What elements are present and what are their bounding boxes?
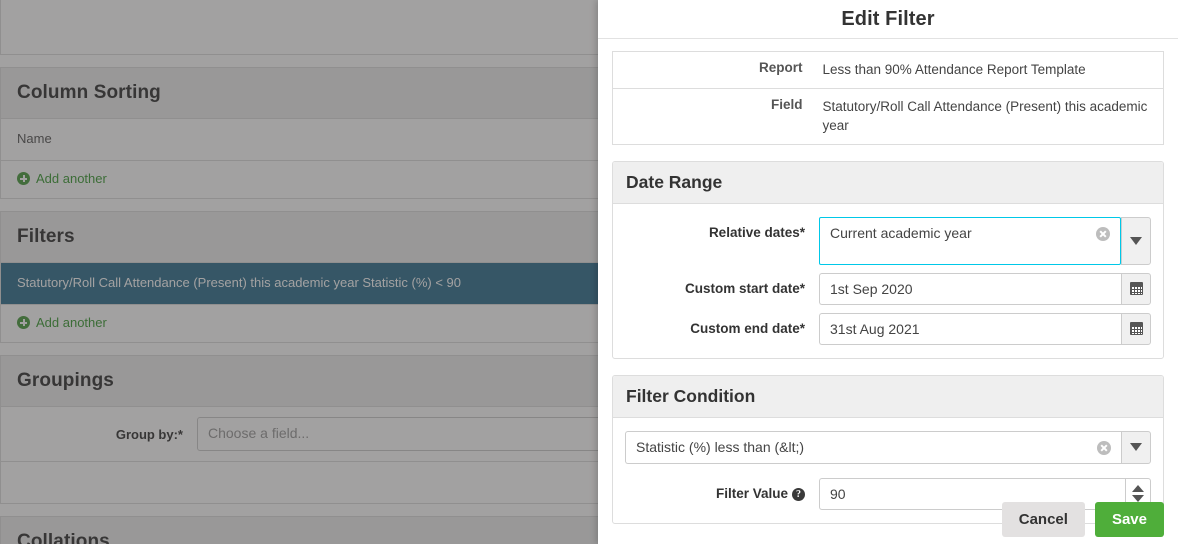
group-by-label: Group by:* [17, 427, 197, 442]
condition-select[interactable]: Statistic (%) less than (&lt;) [625, 431, 1121, 464]
background-section-groupings: Groupings Group by:* Choose a field... [0, 355, 598, 504]
relative-dates-combo[interactable]: Current academic year [819, 217, 1151, 265]
custom-end-date-label: Custom end date* [623, 313, 819, 336]
section-title-filters: Filters [1, 212, 598, 263]
chevron-down-icon [1130, 237, 1142, 245]
column-sorting-add-another-row: Add another [1, 161, 598, 199]
group-by-input[interactable]: Choose a field... [197, 417, 598, 451]
custom-start-date-row: Custom start date* 1st Sep 2020 [613, 269, 1163, 309]
save-button[interactable]: Save [1095, 502, 1164, 537]
add-another-link-filters[interactable]: Add another [17, 315, 107, 330]
filter-condition-heading: Filter Condition [613, 376, 1163, 418]
plus-circle-icon [17, 172, 30, 185]
section-title-collations: Collations [1, 517, 598, 544]
filter-value-label: Filter Value? [623, 478, 819, 501]
screen: Column Sorting Name Add another Filters … [0, 0, 1178, 544]
section-title-groupings: Groupings [1, 356, 598, 407]
info-value-report: Less than 90% Attendance Report Template [813, 52, 1164, 89]
info-label-report: Report [613, 52, 813, 89]
relative-dates-dropdown-toggle[interactable] [1121, 217, 1151, 265]
custom-end-date-group: 31st Aug 2021 [819, 313, 1151, 345]
filter-row-selected[interactable]: Statutory/Roll Call Attendance (Present)… [1, 263, 598, 305]
info-row-report: Report Less than 90% Attendance Report T… [613, 52, 1164, 89]
condition-select-row: Statistic (%) less than (&lt;) [613, 427, 1163, 468]
relative-dates-select[interactable]: Current academic year [819, 217, 1121, 265]
calendar-icon [1130, 322, 1143, 335]
modal-footer: Cancel Save [1002, 502, 1164, 537]
info-row-field: Field Statutory/Roll Call Attendance (Pr… [613, 88, 1164, 144]
background-section-filters: Filters Statutory/Roll Call Attendance (… [0, 211, 598, 343]
date-range-card: Date Range Relative dates* Current acade… [612, 161, 1164, 359]
custom-start-date-calendar-button[interactable] [1121, 273, 1151, 305]
group-by-row: Group by:* Choose a field... [1, 407, 598, 462]
custom-start-date-group: 1st Sep 2020 [819, 273, 1151, 305]
clear-icon[interactable] [1097, 441, 1111, 455]
cancel-button[interactable]: Cancel [1002, 502, 1085, 537]
relative-dates-value: Current academic year [830, 225, 1090, 241]
plus-circle-icon [17, 316, 30, 329]
custom-start-date-input[interactable]: 1st Sep 2020 [819, 273, 1121, 305]
date-range-heading: Date Range [613, 162, 1163, 204]
custom-start-date-label: Custom start date* [623, 273, 819, 296]
modal-body: Report Less than 90% Attendance Report T… [598, 39, 1178, 524]
modal-header: Edit Filter [598, 0, 1178, 39]
column-sorting-row[interactable]: Name [1, 119, 598, 161]
condition-dropdown-toggle[interactable] [1121, 431, 1151, 464]
custom-end-date-calendar-button[interactable] [1121, 313, 1151, 345]
condition-combo[interactable]: Statistic (%) less than (&lt;) [625, 431, 1151, 464]
custom-end-date-row: Custom end date* 31st Aug 2021 [613, 309, 1163, 349]
chevron-down-icon [1130, 443, 1142, 451]
help-icon[interactable]: ? [792, 488, 805, 501]
add-another-label: Add another [36, 171, 107, 186]
background-section-column-sorting: Column Sorting Name Add another [0, 67, 598, 199]
edit-filter-modal: Edit Filter Report Less than 90% Attenda… [598, 0, 1178, 544]
calendar-icon [1130, 282, 1143, 295]
info-value-field: Statutory/Roll Call Attendance (Present)… [813, 88, 1164, 144]
filters-add-another-row: Add another [1, 305, 598, 343]
background-page: Column Sorting Name Add another Filters … [0, 0, 598, 544]
background-partial-panel [0, 0, 598, 55]
stepper-up-icon[interactable] [1132, 485, 1144, 492]
info-label-field: Field [613, 88, 813, 144]
section-title-column-sorting: Column Sorting [1, 68, 598, 119]
custom-end-date-input[interactable]: 31st Aug 2021 [819, 313, 1121, 345]
add-another-label: Add another [36, 315, 107, 330]
condition-value: Statistic (%) less than (&lt;) [636, 439, 1091, 455]
relative-dates-row: Relative dates* Current academic year [613, 213, 1163, 269]
add-another-link-column-sorting[interactable]: Add another [17, 171, 107, 186]
modal-title: Edit Filter [841, 8, 934, 31]
clear-icon[interactable] [1096, 227, 1110, 241]
background-section-collations: Collations Collate by:*? Choose a field.… [0, 516, 598, 544]
filter-info-table: Report Less than 90% Attendance Report T… [612, 51, 1164, 145]
date-range-body: Relative dates* Current academic year [613, 204, 1163, 358]
relative-dates-label: Relative dates* [623, 217, 819, 240]
